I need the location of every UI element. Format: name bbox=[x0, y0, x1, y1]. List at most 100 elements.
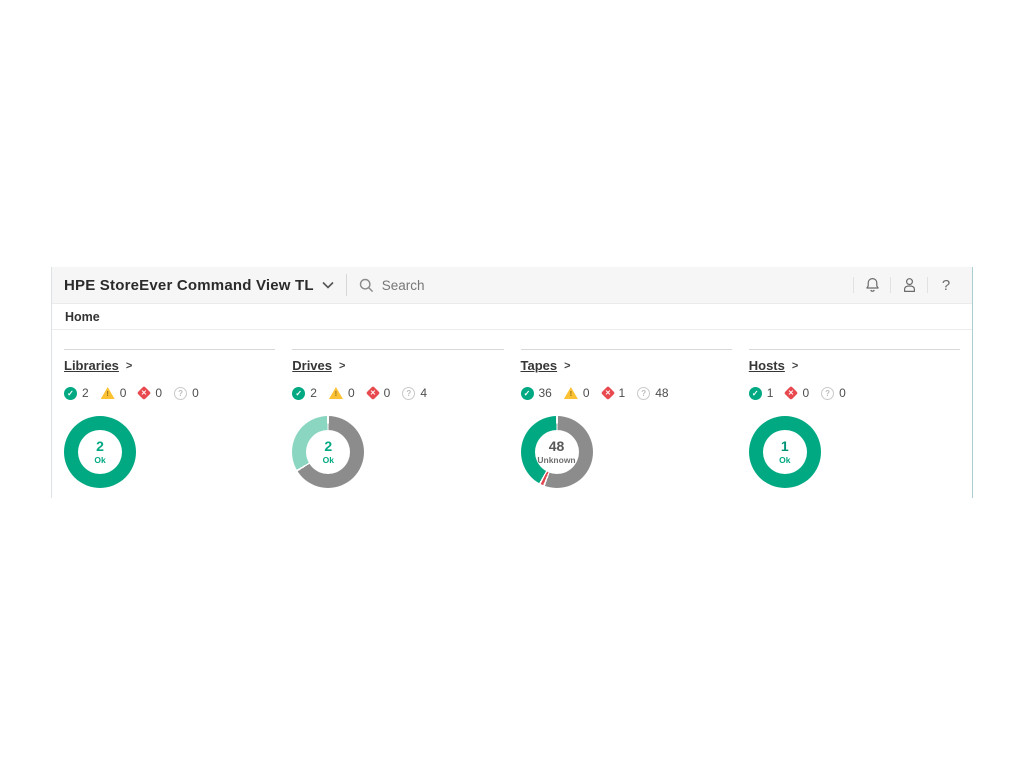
notifications-button[interactable] bbox=[857, 272, 887, 298]
link-arrow-icon: > bbox=[125, 359, 133, 372]
status-summary: ✓ 2! 0 ✕ 0? 0 bbox=[64, 385, 275, 401]
status-count: 0 bbox=[839, 386, 846, 400]
warning-status-icon: ! bbox=[100, 387, 115, 399]
status-unknown: ? 48 bbox=[637, 386, 669, 400]
drives-donut-chart[interactable]: 2 Ok bbox=[292, 416, 365, 488]
status-count: 36 bbox=[538, 386, 552, 400]
panel-drives: Drives > ✓ 2! 0 ✕ 0? 4 2 Ok bbox=[292, 349, 504, 488]
topbar-action-divider bbox=[853, 277, 854, 293]
error-status-icon: ✕ bbox=[600, 385, 615, 401]
status-error: ✕ 0 bbox=[365, 385, 391, 401]
breadcrumb-bar: Home bbox=[52, 304, 973, 330]
status-count: 0 bbox=[347, 386, 355, 400]
ok-status-icon: ✓ bbox=[64, 386, 77, 400]
user-button[interactable] bbox=[894, 272, 924, 298]
status-unknown: ? 0 bbox=[821, 386, 846, 400]
status-unknown: ? 4 bbox=[402, 386, 427, 400]
error-status-icon: ✕ bbox=[365, 385, 380, 401]
hosts-donut-chart[interactable]: 1 Ok bbox=[748, 416, 821, 488]
link-arrow-icon: > bbox=[791, 359, 799, 372]
help-button[interactable]: ? bbox=[931, 272, 961, 298]
panel-hosts: Hosts > ✓ 1 ✕ 0? 0 1 Ok bbox=[748, 349, 960, 488]
status-count: 1 bbox=[766, 386, 774, 400]
tapes-donut-chart[interactable]: 48 Unknown bbox=[520, 416, 593, 488]
error-status-icon: ✕ bbox=[784, 385, 799, 401]
chevron-down-icon bbox=[322, 281, 334, 289]
donut-center-label: Ok bbox=[779, 455, 791, 466]
status-error: ✕ 1 bbox=[600, 385, 626, 401]
ok-status-icon: ✓ bbox=[292, 386, 306, 400]
status-count: 0 bbox=[192, 386, 199, 400]
status-summary: ✓ 1 ✕ 0? 0 bbox=[748, 385, 960, 401]
donut-center-value: 48 bbox=[548, 438, 565, 455]
topbar-actions: ? bbox=[850, 272, 961, 298]
breadcrumb-home[interactable]: Home bbox=[65, 310, 100, 324]
donut-center: 2 Ok bbox=[78, 430, 122, 474]
donut-center-value: 2 bbox=[96, 438, 104, 455]
top-bar: HPE StoreEver Command View TL Search ? bbox=[52, 267, 973, 304]
libraries-donut-chart[interactable]: 2 Ok bbox=[64, 416, 136, 488]
status-ok: ✓ 1 bbox=[748, 386, 774, 400]
donut-center: 1 Ok bbox=[762, 430, 807, 474]
search-box bbox=[359, 277, 850, 293]
search-icon bbox=[359, 278, 374, 293]
unknown-status-icon: ? bbox=[174, 386, 188, 400]
status-count: 0 bbox=[582, 386, 590, 400]
unknown-status-icon: ? bbox=[402, 386, 416, 400]
topbar-action-divider bbox=[890, 277, 891, 293]
donut-center-label: Ok bbox=[322, 455, 334, 466]
status-warning: ! 0 bbox=[100, 386, 127, 400]
status-count: 2 bbox=[82, 386, 89, 400]
ok-status-icon: ✓ bbox=[748, 386, 762, 400]
ok-status-icon: ✓ bbox=[520, 386, 534, 400]
app-title-menu[interactable]: HPE StoreEver Command View TL bbox=[64, 277, 334, 294]
status-summary: ✓ 2! 0 ✕ 0? 4 bbox=[292, 385, 503, 401]
donut-center-label: Unknown bbox=[537, 455, 576, 466]
status-error: ✕ 0 bbox=[137, 385, 163, 401]
unknown-status-icon: ? bbox=[637, 386, 651, 400]
error-status-icon: ✕ bbox=[137, 385, 152, 401]
bell-icon bbox=[865, 277, 880, 293]
status-count: 0 bbox=[155, 386, 163, 400]
donut-center-value: 2 bbox=[324, 438, 333, 455]
topbar-action-divider bbox=[927, 277, 928, 293]
dashboard: Libraries > ✓ 2! 0 ✕ 0? 0 2 Ok Drives > ✓ 2! 0 ✕… bbox=[52, 330, 973, 488]
link-arrow-icon: > bbox=[339, 359, 346, 372]
status-warning: ! 0 bbox=[563, 386, 590, 400]
app-window: HPE StoreEver Command View TL Search ? H… bbox=[51, 267, 973, 498]
window-right-edge bbox=[972, 267, 973, 498]
app-title: HPE StoreEver Command View TL bbox=[64, 276, 314, 294]
status-error: ✕ 0 bbox=[784, 385, 810, 401]
status-count: 4 bbox=[420, 386, 427, 400]
tapes-link[interactable]: Tapes bbox=[521, 358, 558, 373]
help-icon: ? bbox=[941, 276, 951, 294]
topbar-divider bbox=[345, 274, 347, 296]
user-icon bbox=[902, 277, 917, 293]
status-count: 2 bbox=[310, 386, 317, 400]
status-summary: ✓ 36! 0 ✕ 1? 48 bbox=[520, 385, 732, 401]
hosts-link[interactable]: Hosts bbox=[749, 358, 785, 373]
status-count: 0 bbox=[119, 386, 127, 400]
donut-center: 48 Unknown bbox=[534, 430, 579, 474]
status-count: 0 bbox=[802, 386, 810, 400]
status-unknown: ? 0 bbox=[174, 386, 199, 400]
status-count: 0 bbox=[383, 386, 391, 400]
status-ok: ✓ 2 bbox=[64, 386, 89, 400]
status-ok: ✓ 2 bbox=[292, 386, 317, 400]
status-warning: ! 0 bbox=[328, 386, 355, 400]
status-ok: ✓ 36 bbox=[520, 386, 552, 400]
donut-center-value: 1 bbox=[780, 438, 789, 455]
drives-link[interactable]: Drives bbox=[292, 358, 332, 373]
panel-libraries: Libraries > ✓ 2! 0 ✕ 0? 0 2 Ok bbox=[64, 349, 276, 488]
donut-center: 2 Ok bbox=[306, 430, 351, 474]
status-count: 1 bbox=[618, 386, 626, 400]
warning-status-icon: ! bbox=[328, 387, 343, 399]
donut-center-label: Ok bbox=[94, 455, 106, 466]
link-arrow-icon: > bbox=[564, 359, 571, 372]
unknown-status-icon: ? bbox=[821, 386, 835, 400]
warning-status-icon: ! bbox=[563, 387, 578, 399]
libraries-link[interactable]: Libraries bbox=[64, 358, 119, 373]
status-count: 48 bbox=[655, 386, 669, 400]
search-input[interactable] bbox=[381, 277, 702, 293]
panel-tapes: Tapes > ✓ 36! 0 ✕ 1? 48 48 Unknown bbox=[520, 349, 732, 488]
